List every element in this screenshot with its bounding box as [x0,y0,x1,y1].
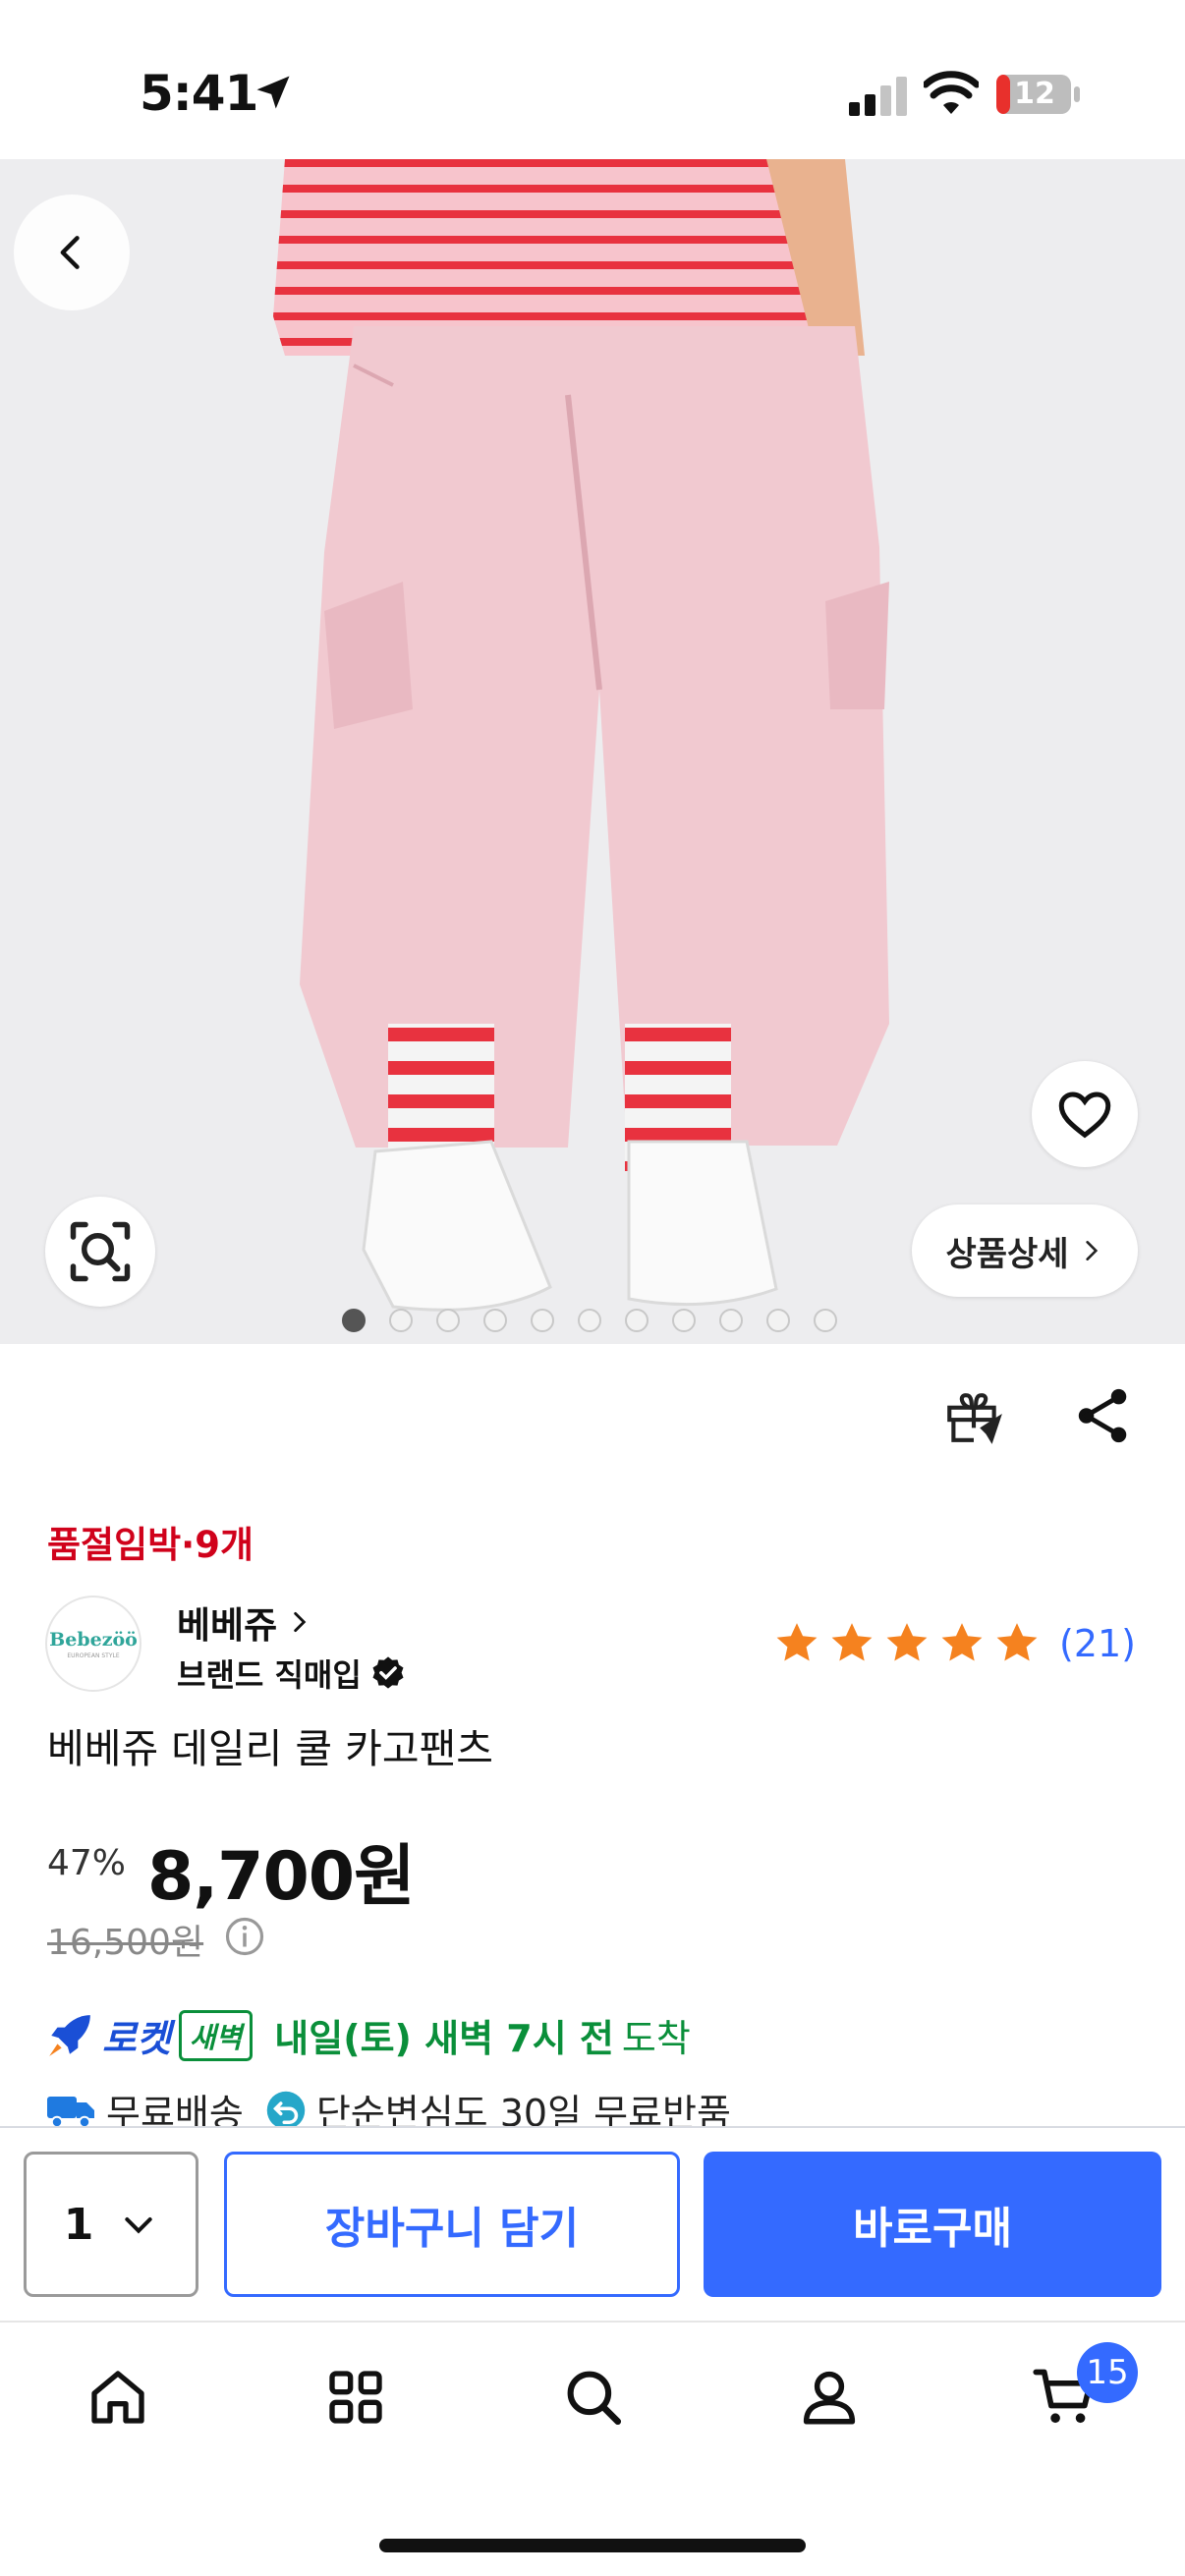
tab-categories[interactable] [316,2358,395,2436]
brand-name: 베베쥬 [177,1604,278,1647]
home-icon [91,2371,144,2424]
carousel-dot[interactable] [766,1309,790,1332]
sale-price: 8,700원 [147,1838,416,1916]
carousel-dot[interactable] [719,1309,743,1332]
carousel-dot[interactable] [531,1309,554,1332]
back-button[interactable] [14,195,130,310]
quantity-select[interactable]: 1 [24,2152,198,2297]
user-icon [803,2371,856,2425]
brand-logo-wordmark: Bebezöö [49,1628,138,1651]
carousel-dot[interactable] [483,1309,507,1332]
image-search-icon [70,1221,131,1282]
star-icon [886,1623,928,1661]
chevron-right-icon [1085,1241,1098,1260]
categories-icon [329,2371,382,2424]
review-count[interactable]: (21) [1059,1622,1136,1665]
carousel-dot[interactable] [625,1309,649,1332]
wishlist-button[interactable] [1032,1061,1138,1167]
product-title: 베베쥬 데일리 쿨 카고팬츠 [47,1725,494,1772]
share-icon[interactable] [1073,1385,1134,1446]
carousel-pagination [342,1309,853,1332]
gift-icon[interactable] [941,1383,1006,1448]
arrival-time: 내일(토) 새벽 7시 전 [274,2017,614,2060]
truck-icon [47,2096,94,2128]
stock-alert: 품절임박·9개 [47,1524,254,1566]
rocket-icon [49,2014,90,2056]
chevron-down-icon [125,2217,152,2234]
rocket-label: 로켓 [102,2017,171,2060]
rating-summary[interactable]: (21) [772,1619,1136,1668]
star-icon [941,1623,983,1661]
original-price: 16,500원 [47,1923,204,1963]
tab-home[interactable] [79,2358,157,2436]
star-icon [831,1623,873,1661]
return-icon [266,2091,306,2129]
star-icon [996,1623,1038,1661]
dawn-delivery-badge: 새벽 [178,2009,254,2061]
carousel-dot[interactable] [814,1309,837,1332]
battery-level: 12 [1014,77,1055,111]
brand-logo[interactable]: Bebezöö EUROPEAN STYLE [45,1596,141,1692]
search-icon [567,2371,622,2426]
carousel-dot[interactable] [578,1309,601,1332]
tab-search[interactable] [554,2358,633,2436]
location-arrow-icon [256,76,290,109]
carousel-dot[interactable] [436,1309,460,1332]
buy-now-button[interactable]: 바로구매 [704,2152,1161,2297]
discount-rate: 47% [47,1843,127,1883]
cellular-signal-icon [849,77,907,116]
carousel-dot[interactable] [672,1309,696,1332]
verified-badge-icon [372,1656,404,1689]
product-detail-label: 상품상세 [945,1234,1069,1274]
delivery-estimate: 로켓 새벽 내일(토) 새벽 7시 전 도착 [45,2008,691,2062]
home-indicator [379,2539,806,2552]
chevron-right-icon [294,1611,307,1633]
chevron-left-icon [60,236,80,269]
carousel-dot[interactable] [389,1309,413,1332]
heart-icon [1058,1092,1111,1139]
brand-badge-label: 브랜드 직매입 [177,1656,362,1694]
wifi-icon [924,71,979,114]
add-to-cart-button[interactable]: 장바구니 담기 [224,2152,680,2297]
carousel-dot[interactable] [342,1309,366,1332]
brand-direct-purchase: 브랜드 직매입 [177,1651,407,1696]
product-detail-button[interactable]: 상품상세 [912,1204,1138,1297]
status-bar: 5:41 12 [0,0,1185,159]
cart-count-badge: 15 [1077,2342,1138,2403]
image-search-button[interactable] [45,1197,155,1307]
brand-logo-subtext: EUROPEAN STYLE [67,1652,120,1659]
tab-my-page[interactable] [790,2358,869,2436]
brand-link[interactable]: 베베쥬 [177,1596,312,1649]
product-photo [0,159,1185,1344]
status-time: 5:41 [140,65,258,122]
quantity-value: 1 [63,2199,94,2250]
star-icon [776,1623,818,1661]
info-icon[interactable] [224,1916,265,1957]
arrival-suffix: 도착 [621,2017,691,2060]
product-image-carousel[interactable] [0,159,1185,1344]
